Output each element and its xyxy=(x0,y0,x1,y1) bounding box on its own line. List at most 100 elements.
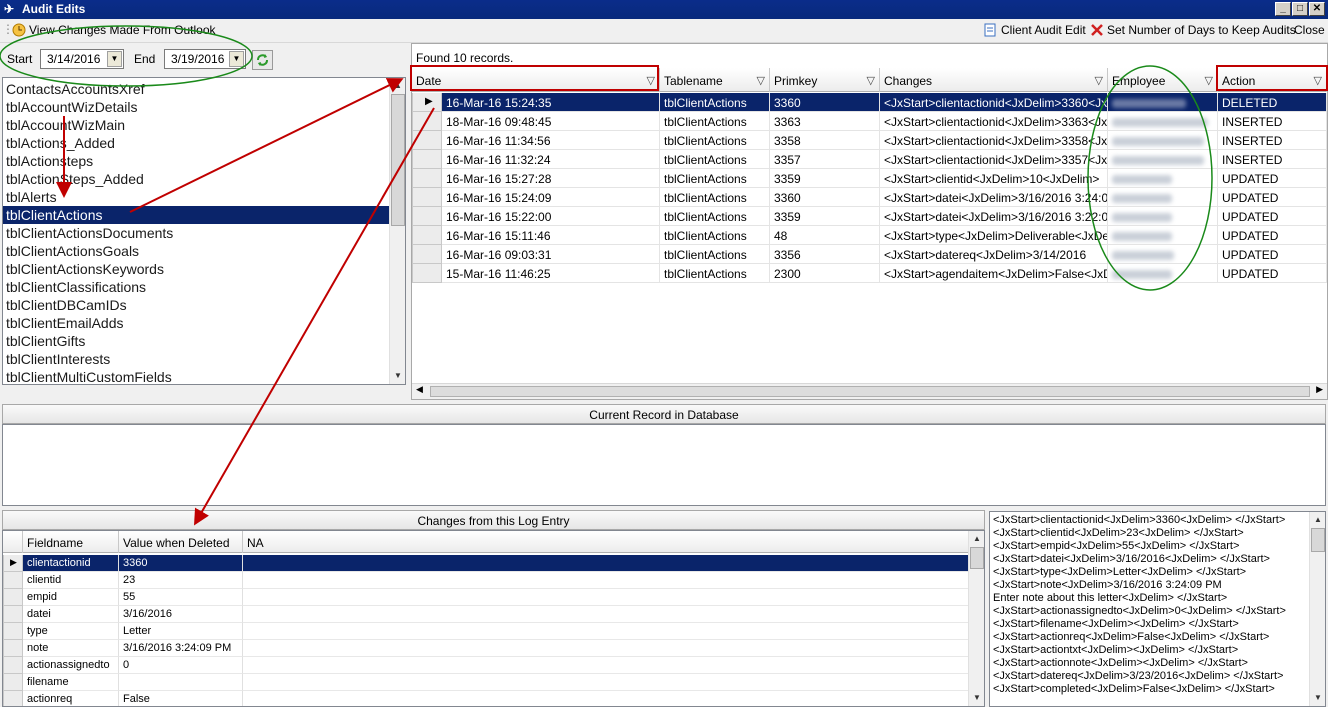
row-selector[interactable] xyxy=(412,169,442,188)
row-selector[interactable]: ▶ xyxy=(3,555,23,572)
log-grid-scrollbar[interactable]: ▲ ▼ xyxy=(968,531,984,706)
filter-icon[interactable]: ▽ xyxy=(647,74,655,87)
table-row[interactable]: note 3/16/2016 3:24:09 PM xyxy=(3,640,969,657)
maximize-button[interactable]: □ xyxy=(1292,2,1308,16)
chevron-down-icon[interactable]: ▼ xyxy=(229,51,244,67)
scroll-thumb[interactable] xyxy=(430,386,1310,397)
table-list-item[interactable]: tblClientGifts xyxy=(3,332,389,350)
scroll-up-arrow-icon[interactable]: ▲ xyxy=(1311,513,1325,527)
column-header-date[interactable]: Date ▽ xyxy=(412,68,660,92)
scroll-down-arrow-icon[interactable]: ▼ xyxy=(970,691,984,705)
column-header-fieldname[interactable]: Fieldname xyxy=(23,531,119,553)
column-header-changes[interactable]: Changes ▽ xyxy=(880,68,1108,92)
column-header-employee[interactable]: Employee ▽ xyxy=(1108,68,1218,92)
filter-icon[interactable]: ▽ xyxy=(867,74,875,87)
scroll-right-arrow-icon[interactable]: ▶ xyxy=(1316,384,1323,395)
set-days-button[interactable]: Set Number of Days to Keep Audits xyxy=(1090,23,1296,37)
table-list-item[interactable]: tblClientMultiCustomFields xyxy=(3,368,389,384)
scroll-up-arrow-icon[interactable]: ▲ xyxy=(391,79,405,93)
start-date-picker[interactable]: 3/14/2016 ▼ xyxy=(40,49,124,69)
table-row[interactable]: type Letter xyxy=(3,623,969,640)
table-list-item[interactable]: tblActionsteps xyxy=(3,152,389,170)
row-selector[interactable] xyxy=(3,691,23,706)
client-audit-button[interactable]: Client Audit Edit xyxy=(984,23,1086,37)
table-list-item[interactable]: tblAlerts xyxy=(3,188,389,206)
table-list-item[interactable]: tblClientInterests xyxy=(3,350,389,368)
scroll-left-arrow-icon[interactable]: ◀ xyxy=(416,384,423,395)
table-list-item[interactable]: tblActions_Added xyxy=(3,134,389,152)
table-row[interactable]: 16-Mar-16 11:32:24 tblClientActions 3357 <J… xyxy=(412,150,1327,169)
table-list-item[interactable]: tblClientActionsGoals xyxy=(3,242,389,260)
table-list-item[interactable]: tblClientEmailAdds xyxy=(3,314,389,332)
grid-horizontal-scrollbar[interactable]: ◀ ▶ xyxy=(412,383,1327,399)
column-header-na[interactable]: NA xyxy=(243,531,969,553)
table-list-item[interactable]: tblClientClassifications xyxy=(3,278,389,296)
table-row[interactable]: ▶ clientactionid 3360 xyxy=(3,555,969,572)
table-row[interactable]: actionassignedto 0 xyxy=(3,657,969,674)
table-list-item[interactable]: tblClientActions xyxy=(3,206,389,224)
raw-text-scrollbar[interactable]: ▲ ▼ xyxy=(1309,512,1325,706)
row-selector[interactable] xyxy=(3,674,23,691)
minimize-button[interactable]: _ xyxy=(1275,2,1291,16)
table-row[interactable]: 16-Mar-16 11:34:56 tblClientActions 3358 <J… xyxy=(412,131,1327,150)
end-date-picker[interactable]: 3/19/2016 ▼ xyxy=(164,49,246,69)
table-row[interactable]: 16-Mar-16 15:27:28 tblClientActions 3359 <J… xyxy=(412,169,1327,188)
row-selector[interactable] xyxy=(3,572,23,589)
table-row[interactable]: clientid 23 xyxy=(3,572,969,589)
table-row[interactable]: filename xyxy=(3,674,969,691)
row-selector[interactable] xyxy=(3,640,23,657)
scroll-down-arrow-icon[interactable]: ▼ xyxy=(391,369,405,383)
table-list-item[interactable]: tblActionSteps_Added xyxy=(3,170,389,188)
row-selector[interactable] xyxy=(412,112,442,131)
column-header-value[interactable]: Value when Deleted xyxy=(119,531,243,553)
table-list-item[interactable]: tblAccountWizMain xyxy=(3,116,389,134)
row-selector[interactable] xyxy=(412,131,442,150)
column-header-primkey[interactable]: Primkey ▽ xyxy=(770,68,880,92)
table-list-item[interactable]: tblClientDBCamIDs xyxy=(3,296,389,314)
raw-log-text[interactable]: <JxStart>clientactionid<JxDelim>3360<JxD… xyxy=(989,511,1326,707)
scroll-up-arrow-icon[interactable]: ▲ xyxy=(970,532,984,546)
row-selector[interactable] xyxy=(412,264,442,283)
column-header-tablename[interactable]: Tablename ▽ xyxy=(660,68,770,92)
refresh-button[interactable] xyxy=(252,50,273,70)
scroll-down-arrow-icon[interactable]: ▼ xyxy=(1311,691,1325,705)
filter-icon[interactable]: ▽ xyxy=(1205,74,1213,87)
table-list-item[interactable]: ContactsAccountsXref xyxy=(3,80,389,98)
row-selector[interactable] xyxy=(412,245,442,264)
table-row[interactable]: 18-Mar-16 09:48:45 tblClientActions 3363 <J… xyxy=(412,112,1327,131)
filter-icon[interactable]: ▽ xyxy=(1314,74,1322,87)
table-row[interactable]: 15-Mar-16 11:46:25 tblClientActions 2300 <J… xyxy=(412,264,1327,283)
close-window-button[interactable]: ✕ xyxy=(1309,2,1325,16)
row-selector[interactable] xyxy=(412,207,442,226)
scroll-thumb[interactable] xyxy=(391,94,405,226)
table-row[interactable]: actionreq False xyxy=(3,691,969,706)
table-row[interactable]: 16-Mar-16 15:24:09 tblClientActions 3360 <J… xyxy=(412,188,1327,207)
table-list-scrollbar[interactable]: ▲ ▼ xyxy=(389,78,405,384)
table-list-item[interactable]: tblAccountWizDetails xyxy=(3,98,389,116)
close-button[interactable]: Close xyxy=(1294,23,1325,37)
table-row[interactable]: empid 55 xyxy=(3,589,969,606)
table-row[interactable]: 16-Mar-16 15:22:00 tblClientActions 3359 <J… xyxy=(412,207,1327,226)
table-row[interactable]: 16-Mar-16 15:11:46 tblClientActions 48 <JxS… xyxy=(412,226,1327,245)
table-list[interactable]: ContactsAccountsXref tblAccountWizDetails… xyxy=(2,77,406,385)
row-selector[interactable] xyxy=(412,150,442,169)
row-selector[interactable] xyxy=(3,606,23,623)
chevron-down-icon[interactable]: ▼ xyxy=(107,51,122,67)
table-list-item[interactable]: tblClientActionsKeywords xyxy=(3,260,389,278)
filter-icon[interactable]: ▽ xyxy=(757,74,765,87)
scroll-thumb[interactable] xyxy=(970,547,984,569)
table-row[interactable]: datei 3/16/2016 xyxy=(3,606,969,623)
table-list-item[interactable]: tblClientActionsDocuments xyxy=(3,224,389,242)
scroll-thumb[interactable] xyxy=(1311,528,1325,552)
row-selector[interactable] xyxy=(3,657,23,674)
row-selector[interactable] xyxy=(412,226,442,245)
filter-icon[interactable]: ▽ xyxy=(1095,74,1103,87)
table-row[interactable]: ▶ 16-Mar-16 15:24:35 tblClientActions 3360 <… xyxy=(412,93,1327,112)
row-selector[interactable] xyxy=(3,589,23,606)
column-header-action[interactable]: Action ▽ xyxy=(1218,68,1327,92)
row-selector[interactable] xyxy=(412,188,442,207)
row-selector[interactable] xyxy=(3,623,23,640)
row-selector[interactable]: ▶ xyxy=(412,93,442,112)
table-row[interactable]: 16-Mar-16 09:03:31 tblClientActions 3356 <J… xyxy=(412,245,1327,264)
view-changes-button[interactable]: View Changes Made From Outlook xyxy=(12,23,216,37)
